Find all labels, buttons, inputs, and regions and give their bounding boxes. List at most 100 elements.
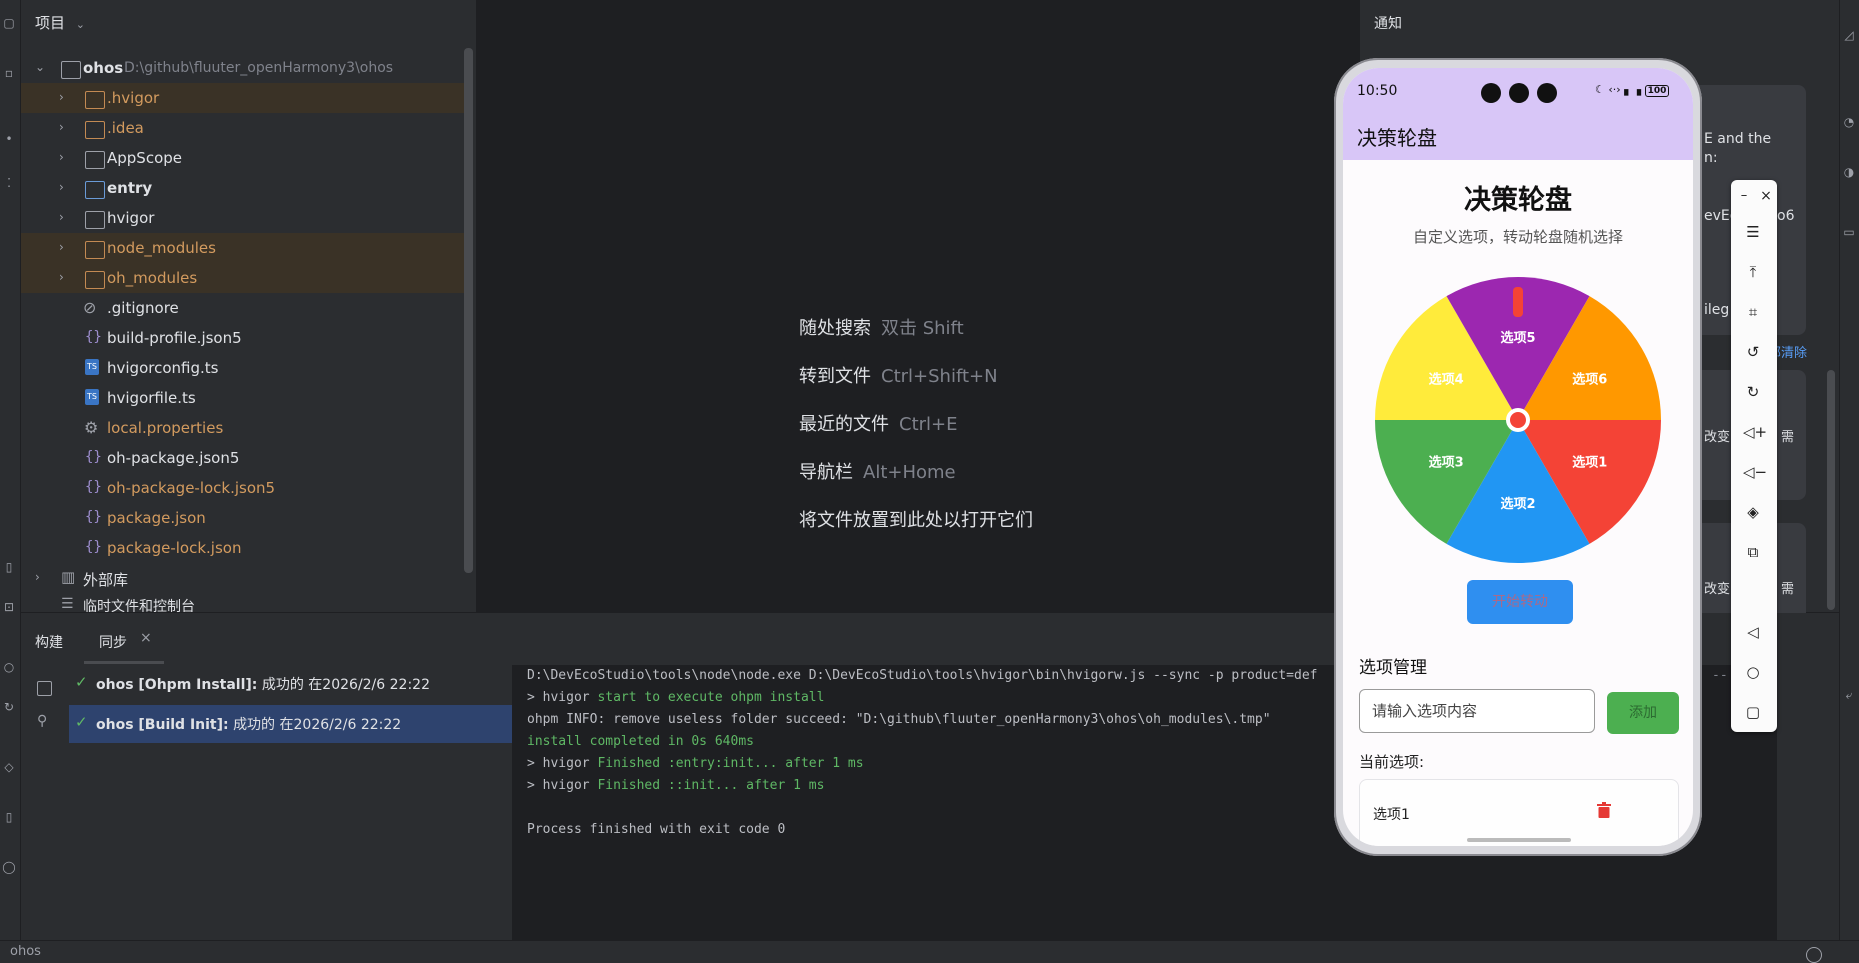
- build-row-build-init[interactable]: ✓ ohos [Build Init]: 成功的 在2026/2/6 22:22: [69, 705, 512, 743]
- close-icon[interactable]: ×: [140, 630, 152, 646]
- rotate-left-icon[interactable]: ↺: [1743, 342, 1763, 362]
- crop-icon[interactable]: ⌗: [1743, 302, 1763, 322]
- tab-sync[interactable]: 同步: [99, 632, 127, 652]
- tree-item-oh-package[interactable]: {} oh-package.json5: [21, 443, 473, 473]
- tree-item-package-json[interactable]: {} package.json: [21, 503, 473, 533]
- commit-tool-icon[interactable]: •: [2, 132, 16, 146]
- status-bar: [0, 940, 1859, 963]
- build-tool-icon[interactable]: ⊡: [2, 600, 16, 614]
- project-view-selector[interactable]: 项目 ⌄: [35, 12, 85, 33]
- notifications-scrollbar[interactable]: [1827, 370, 1835, 610]
- filter-icon[interactable]: [37, 681, 52, 696]
- page-subtitle: 自定义选项，转动轮盘随机选择: [1412, 228, 1623, 246]
- menu-icon[interactable]: ☰: [1743, 222, 1763, 242]
- project-scrollbar[interactable]: [464, 48, 473, 573]
- json-file-icon: {}: [85, 479, 102, 495]
- emulator-screen[interactable]: 10:50 ☾ ‹·› ▖▗ 100 决策轮盘 决策轮盘 自定义选项，转动轮盘随…: [1343, 68, 1693, 846]
- decision-wheel[interactable]: 选项1 选项2 选项3 选项4 选项5 选项6: [1373, 275, 1663, 565]
- terminal-tool-icon[interactable]: ↻: [2, 700, 16, 714]
- project-tool-icon[interactable]: ▢: [2, 16, 16, 30]
- hint-recent-files: 最近的文件 Ctrl+E: [799, 410, 957, 436]
- battery-icon: 100: [1644, 85, 1670, 97]
- tree-item-label: AppScope: [107, 149, 182, 167]
- rotate-right-icon[interactable]: ↻: [1743, 382, 1763, 402]
- tree-item-oh-package-lock[interactable]: {} oh-package-lock.json5: [21, 473, 473, 503]
- tree-item-hvigor[interactable]: › hvigor: [21, 203, 473, 233]
- tree-item-label: oh-package.json5: [107, 449, 240, 467]
- console-line: D:\DevEcoStudio\tools\node\node.exe D:\D…: [527, 668, 1318, 683]
- tree-item-label: hvigorfile.ts: [107, 389, 196, 407]
- tree-item-entry[interactable]: › entry: [21, 173, 473, 203]
- chevron-right-icon[interactable]: ›: [59, 150, 73, 164]
- chevron-right-icon[interactable]: ›: [59, 240, 73, 254]
- chevron-right-icon[interactable]: ›: [59, 120, 73, 134]
- tree-item-hvigor-dir[interactable]: › .hvigor: [21, 83, 473, 113]
- tree-item-gitignore[interactable]: ⊘ .gitignore: [21, 293, 473, 323]
- tree-item-local-properties[interactable]: ⚙ local.properties: [21, 413, 473, 443]
- notifications-bell-icon[interactable]: ◿: [1842, 28, 1856, 42]
- plugin-tool-icon[interactable]: ▫: [2, 66, 16, 80]
- tree-item-external-libraries[interactable]: › ▥ 外部库: [21, 563, 473, 593]
- tree-item-scratches[interactable]: ☰ 临时文件和控制台: [21, 593, 473, 612]
- json-file-icon: {}: [85, 329, 102, 345]
- tree-item-node-modules[interactable]: › node_modules: [21, 233, 473, 263]
- minimize-icon[interactable]: –: [1734, 186, 1754, 206]
- tree-item-build-profile[interactable]: {} build-profile.json5: [21, 323, 473, 353]
- tree-item-label: oh_modules: [107, 269, 198, 287]
- tree-root-ohos[interactable]: ⌄ ohos D:\github\fluuter_openHarmony3\oh…: [21, 53, 473, 83]
- notification-text: 改变: [1704, 430, 1731, 445]
- build-row-ohpm-install[interactable]: ✓ ohos [Ohpm Install]: 成功的 在2026/2/6 22:…: [69, 665, 512, 703]
- recents-icon[interactable]: ▢: [1743, 702, 1763, 722]
- tree-item-label: package-lock.json: [107, 539, 242, 557]
- delete-icon[interactable]: [1597, 802, 1611, 818]
- services-tool-icon[interactable]: ▯: [2, 560, 16, 574]
- previewer-icon[interactable]: ◑: [1842, 165, 1856, 179]
- status-breadcrumb[interactable]: ohos: [10, 944, 41, 959]
- version-control-icon[interactable]: ▯: [2, 810, 16, 824]
- tree-item-oh-modules[interactable]: › oh_modules: [21, 263, 473, 293]
- volume-down-icon[interactable]: ◁−: [1743, 462, 1767, 482]
- option-input[interactable]: 请输入选项内容: [1359, 689, 1595, 733]
- notifications-tool-icon[interactable]: ◯: [2, 860, 16, 874]
- shake-icon[interactable]: ◈: [1743, 502, 1763, 522]
- options-manage-title: 选项管理: [1359, 658, 1427, 678]
- gesture-home-bar[interactable]: [1467, 838, 1571, 842]
- notification-text: 改变: [1704, 582, 1731, 597]
- pin-top-icon[interactable]: ⤒: [1743, 262, 1763, 282]
- close-icon[interactable]: ×: [1756, 186, 1776, 206]
- run-tool-icon[interactable]: ○: [2, 660, 16, 674]
- chevron-right-icon[interactable]: ›: [59, 180, 73, 194]
- back-icon[interactable]: ◁: [1743, 622, 1763, 642]
- home-icon[interactable]: ○: [1743, 662, 1763, 682]
- folder-icon: [85, 91, 105, 109]
- tab-build[interactable]: 构建: [35, 632, 63, 652]
- copilot-icon[interactable]: [1806, 947, 1822, 963]
- add-option-button[interactable]: 添加: [1607, 692, 1679, 734]
- chevron-down-icon[interactable]: ⌄: [35, 60, 49, 74]
- structure-tool-icon[interactable]: ⁚: [2, 176, 16, 190]
- hint-shortcut: Ctrl+E: [899, 414, 958, 435]
- soft-wrap-icon[interactable]: ⤶: [1842, 688, 1856, 702]
- typescript-file-icon: TS: [85, 389, 99, 405]
- chevron-right-icon[interactable]: ›: [59, 90, 73, 104]
- tree-item-hvigorfile[interactable]: TS hvigorfile.ts: [21, 383, 473, 413]
- tree-item-package-lock[interactable]: {} package-lock.json: [21, 533, 473, 563]
- chevron-right-icon[interactable]: ›: [59, 210, 73, 224]
- device-manager-icon[interactable]: ◔: [1842, 115, 1856, 129]
- volume-up-icon[interactable]: ◁+: [1743, 422, 1767, 442]
- database-icon[interactable]: ▭: [1842, 225, 1856, 239]
- tree-item-idea[interactable]: › .idea: [21, 113, 473, 143]
- tree-item-label: oh-package-lock.json5: [107, 479, 276, 497]
- chevron-right-icon[interactable]: ›: [59, 270, 73, 284]
- tree-item-appscope[interactable]: › AppScope: [21, 143, 473, 173]
- success-check-icon: ✓: [75, 673, 88, 691]
- spin-button[interactable]: 开始转动: [1467, 580, 1573, 624]
- chevron-right-icon[interactable]: ›: [35, 570, 49, 584]
- pin-icon[interactable]: ⚲: [37, 713, 47, 729]
- problems-tool-icon[interactable]: ◇: [2, 760, 16, 774]
- current-options-title: 当前选项:: [1359, 753, 1425, 771]
- tree-item-hvigorconfig[interactable]: TS hvigorconfig.ts: [21, 353, 473, 383]
- multi-screen-icon[interactable]: ⧉: [1743, 542, 1763, 562]
- wheel-slice-label: 选项1: [1572, 454, 1607, 470]
- tree-item-label: build-profile.json5: [107, 329, 242, 347]
